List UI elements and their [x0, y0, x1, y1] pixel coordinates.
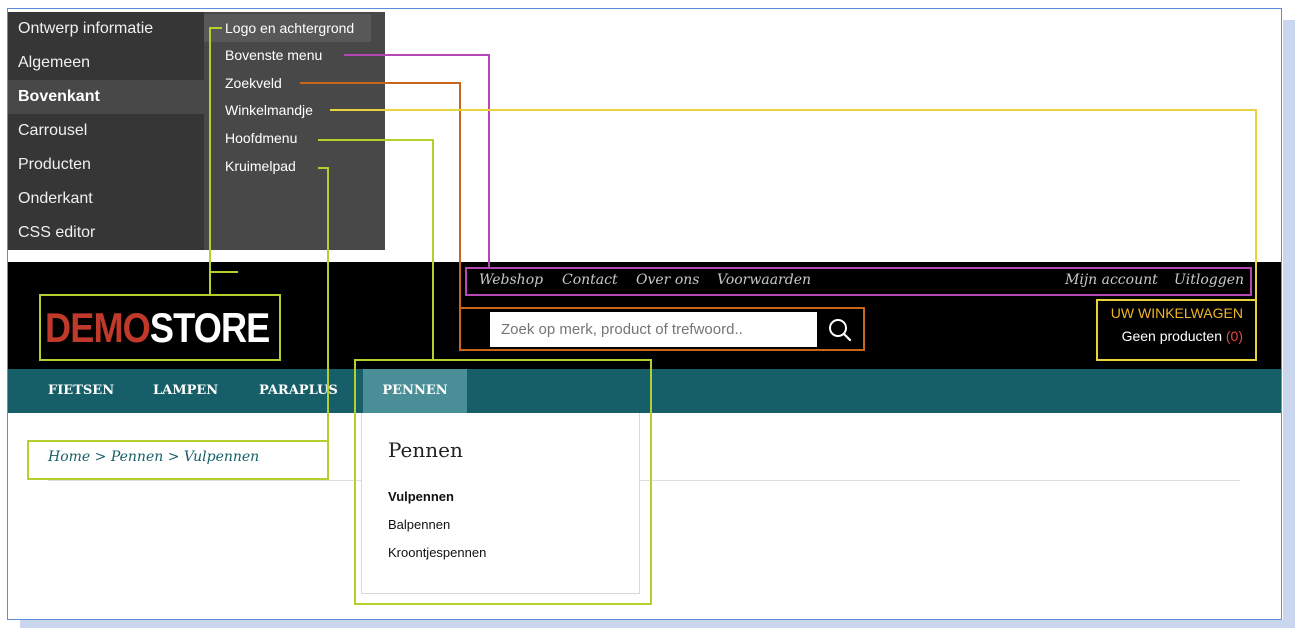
editor-menu-item-bovenkant[interactable]: Bovenkant [8, 80, 204, 114]
dropdown-title: Pennen [388, 438, 463, 462]
breadcrumb-vulpennen[interactable]: Vulpennen [184, 449, 259, 465]
top-menu-webshop[interactable]: Webshop [479, 268, 543, 292]
editor-menu-item-producten[interactable]: Producten [8, 148, 204, 182]
nav-item-pennen[interactable]: PENNEN [363, 369, 467, 413]
cart-title[interactable]: UW WINKELWAGEN [1111, 305, 1243, 321]
editor-menu-item-css-editor[interactable]: CSS editor [8, 216, 204, 250]
breadcrumb-pennen[interactable]: Pennen [111, 449, 163, 465]
submenu-item-hoofdmenu[interactable]: Hoofdmenu [204, 124, 297, 152]
top-menu-voorwaarden[interactable]: Voorwaarden [717, 268, 811, 292]
editor-menu-item-carrousel[interactable]: Carrousel [8, 114, 204, 148]
cart-status-text: Geen producten [1121, 328, 1222, 344]
editor-menu-item-algemeen[interactable]: Algemeen [8, 46, 204, 80]
top-menu-mijn-account[interactable]: Mijn account [1065, 268, 1158, 292]
submenu-item-bovenste-menu[interactable]: Bovenste menu [204, 41, 322, 69]
search-button[interactable] [817, 312, 863, 347]
editor-menu-item-ontwerp-informatie[interactable]: Ontwerp informatie [8, 12, 204, 46]
breadcrumb-home[interactable]: Home [48, 449, 90, 465]
logo-part-store: STORE [149, 304, 270, 351]
frame-shadow [1283, 20, 1295, 628]
breadcrumb-separator: > [94, 449, 107, 465]
editor-submenu: Logo en achtergrond Bovenste menu Zoekve… [204, 12, 385, 250]
top-menu-uitloggen[interactable]: Uitloggen [1174, 268, 1244, 292]
submenu-item-winkelmandje[interactable]: Winkelmandje [204, 96, 313, 124]
breadcrumb-separator: > [167, 449, 180, 465]
submenu-item-kruimelpad[interactable]: Kruimelpad [204, 152, 296, 180]
search-input[interactable] [490, 312, 817, 347]
divider [48, 480, 1240, 481]
dropdown-item-kroontjespennen[interactable]: Kroontjespennen [388, 545, 486, 560]
main-nav: FIETSEN LAMPEN PARAPLUS PENNEN [8, 369, 1281, 413]
editor-menu-item-onderkant[interactable]: Onderkant [8, 182, 204, 216]
dropdown-item-balpennen[interactable]: Balpennen [388, 517, 450, 532]
nav-item-lampen[interactable]: LAMPEN [153, 369, 218, 413]
cart-status[interactable]: Geen producten (0) [1122, 328, 1243, 344]
editor-menu: Ontwerp informatie Algemeen Bovenkant Ca… [8, 12, 204, 250]
top-menu-over-ons[interactable]: Over ons [636, 268, 699, 292]
search-icon [829, 319, 852, 342]
cart-count: (0) [1225, 328, 1243, 344]
submenu-item-logo-en-achtergrond[interactable]: Logo en achtergrond [204, 14, 371, 42]
dropdown-item-vulpennen[interactable]: Vulpennen [388, 489, 454, 504]
submenu-item-zoekveld[interactable]: Zoekveld [204, 69, 282, 97]
nav-item-fietsen[interactable]: FIETSEN [48, 369, 114, 413]
breadcrumb: Home > Pennen > Vulpennen [48, 449, 259, 465]
top-menu-contact[interactable]: Contact [562, 268, 618, 292]
store-logo[interactable]: DEMOSTORE [45, 303, 270, 353]
logo-part-demo: DEMO [45, 304, 151, 351]
frame-shadow [20, 620, 1295, 628]
nav-item-paraplus[interactable]: PARAPLUS [259, 369, 338, 413]
